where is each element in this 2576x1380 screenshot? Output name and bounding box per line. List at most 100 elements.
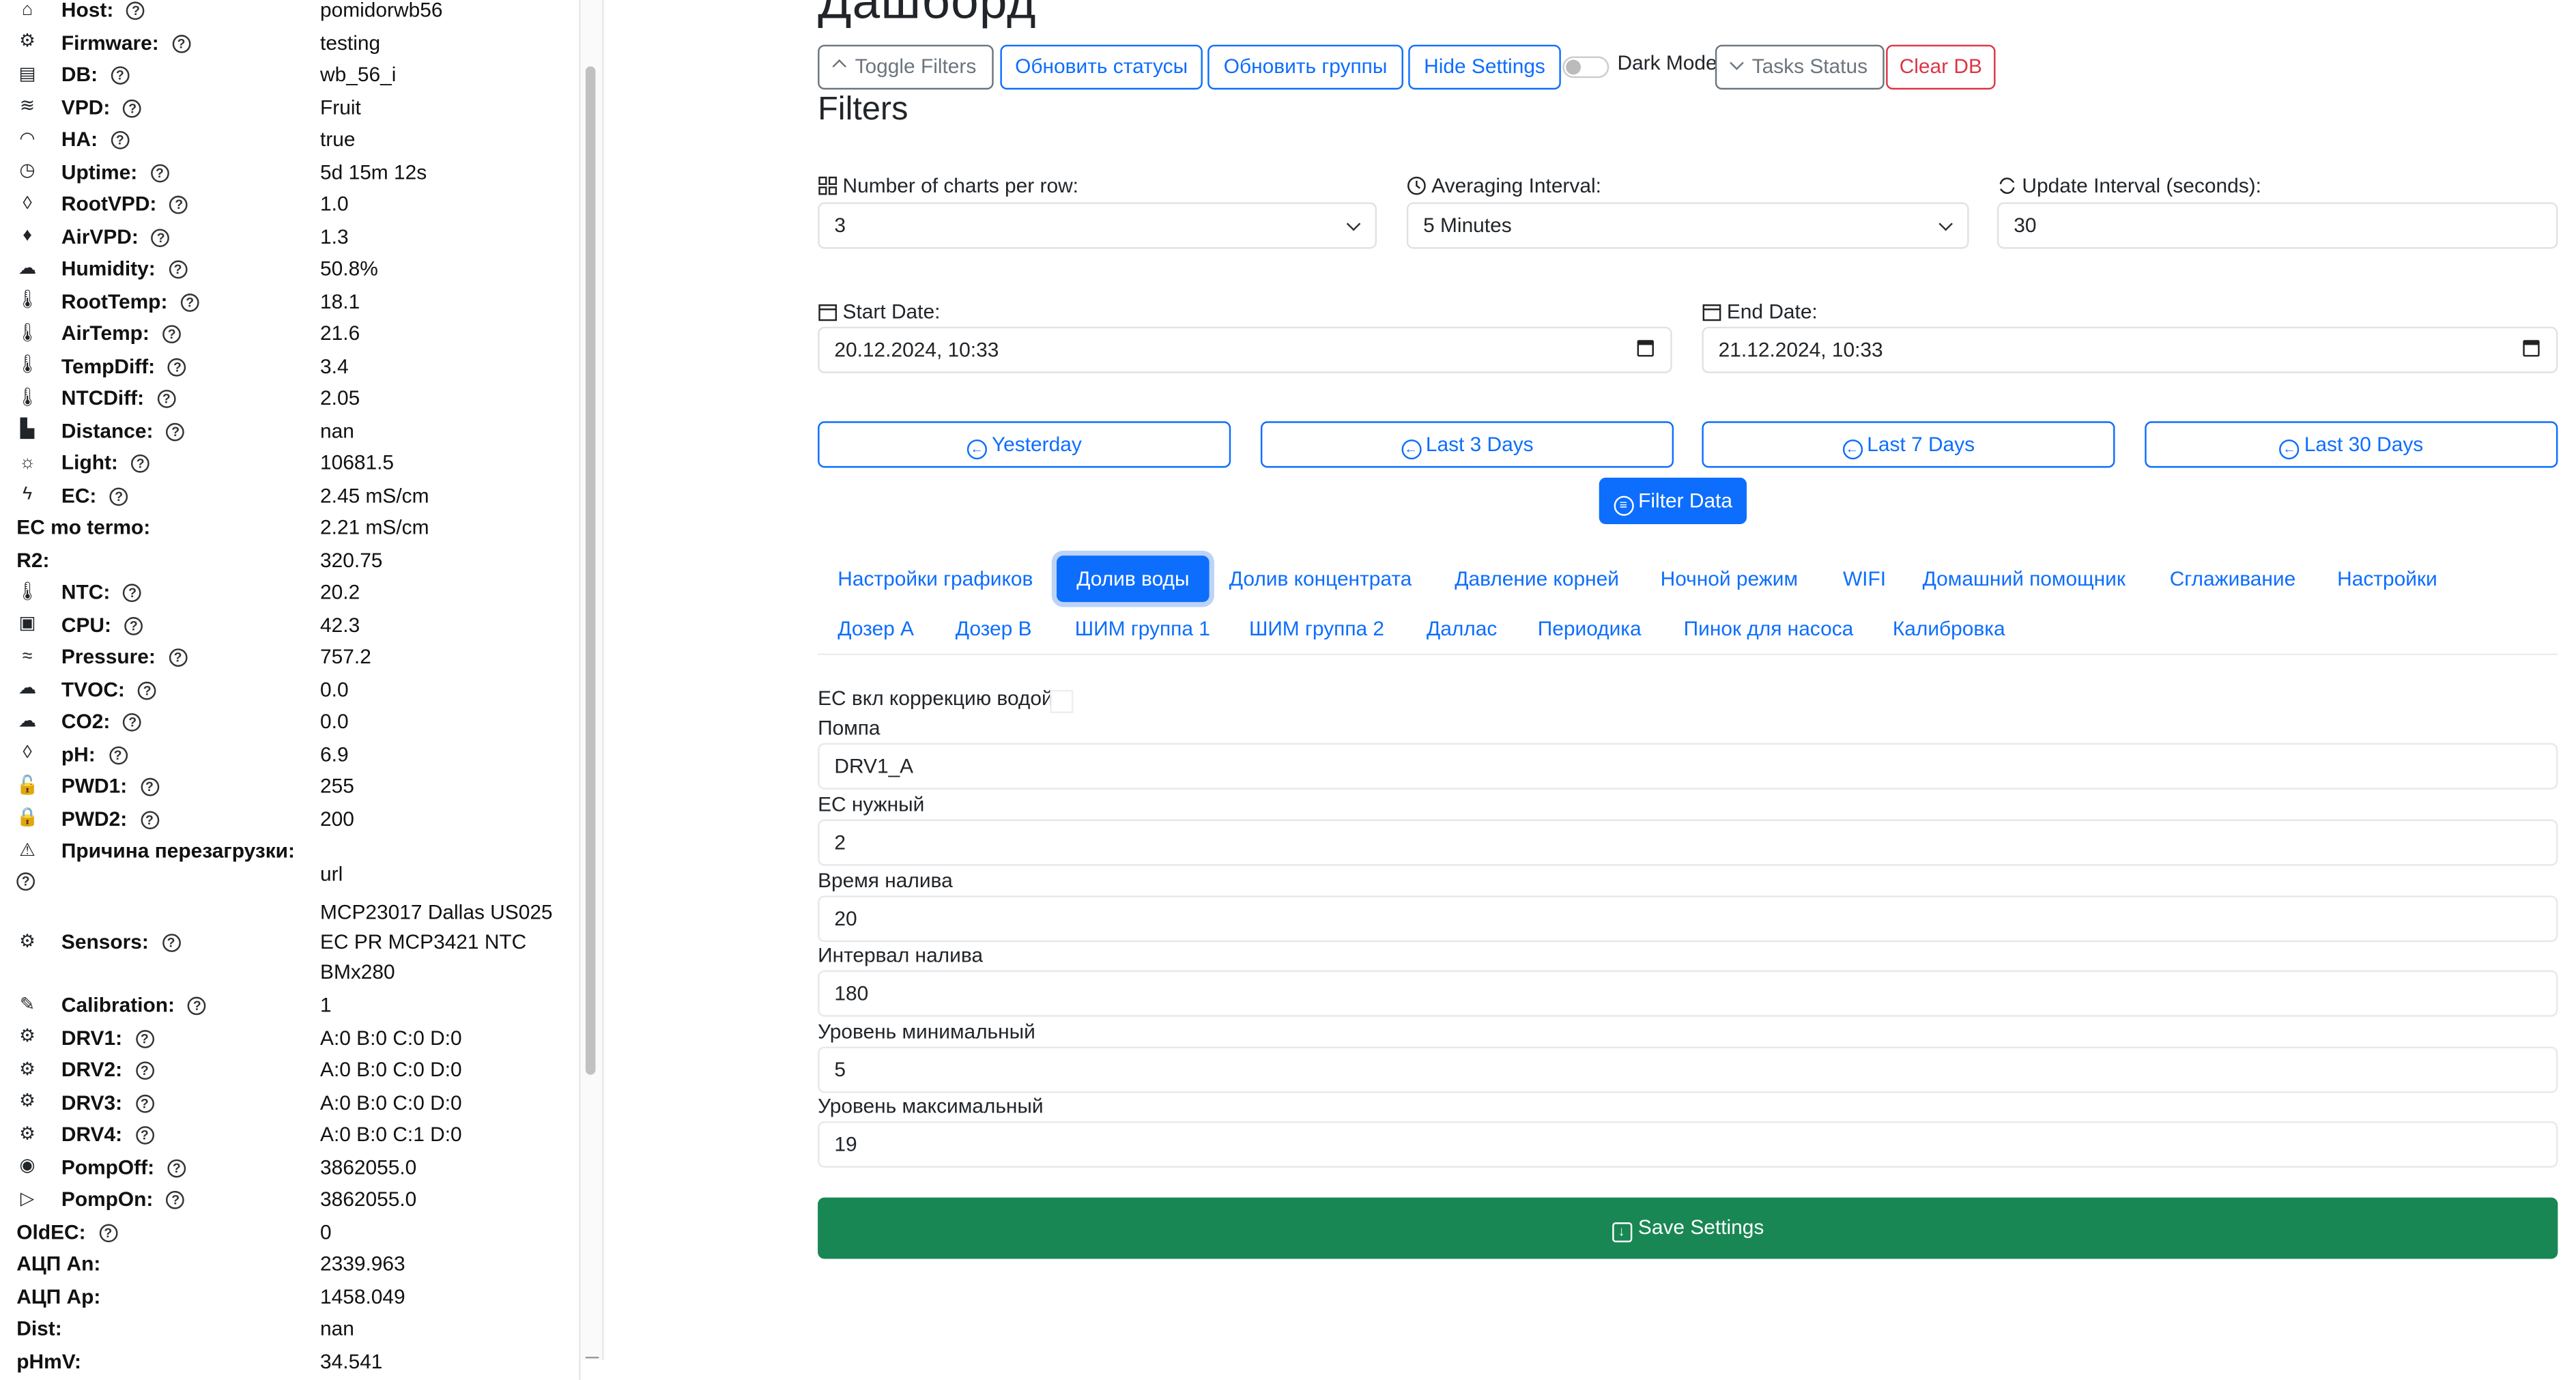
update-groups-button[interactable]: Обновить группы [1207, 44, 1403, 90]
tab-concentrate-refill[interactable]: Долив концентрата [1229, 567, 1412, 590]
sidebar-label: NTC:? [61, 577, 142, 609]
help-icon[interactable]: ? [109, 745, 127, 764]
help-icon[interactable]: ? [140, 810, 159, 829]
sidebar-label: Причина перезагрузки:? [16, 836, 295, 891]
help-icon[interactable]: ? [162, 934, 180, 952]
ec-target-field[interactable]: 2 [818, 819, 2558, 866]
tab-settings[interactable]: Настройки [2337, 567, 2437, 590]
help-icon[interactable]: ? [135, 1093, 154, 1112]
tab-pwm-group-2[interactable]: ШИМ группа 2 [1249, 617, 1384, 640]
help-icon[interactable]: ? [135, 1126, 154, 1145]
help-icon[interactable]: ? [157, 390, 176, 408]
update-interval-input[interactable]: 30 [1997, 202, 2558, 249]
tab-dozer-a[interactable]: Дозер A [838, 617, 914, 640]
sidebar-value: A:0 B:0 C:0 D:0 [320, 1026, 462, 1050]
play-circle-icon: ▷ [20, 1188, 35, 1209]
tab-dozer-b[interactable]: Дозер B [956, 617, 1032, 640]
help-icon[interactable]: ? [188, 996, 207, 1016]
help-icon[interactable]: ? [123, 713, 142, 732]
sidebar-value: wb_56_i [320, 63, 397, 87]
help-icon[interactable]: ? [99, 1223, 117, 1242]
tab-periodic[interactable]: Периодика [1538, 617, 1642, 640]
help-icon[interactable]: ? [131, 454, 150, 473]
sidebar-value: 2.21 mS/cm [320, 515, 429, 539]
tab-chart-settings[interactable]: Настройки графиков [838, 567, 1033, 590]
hide-settings-button[interactable]: Hide Settings [1408, 44, 1561, 90]
tab-smoothing[interactable]: Сглаживание [2170, 567, 2296, 590]
tab-calibration[interactable]: Калибровка [1893, 617, 2005, 640]
help-icon[interactable]: ? [138, 680, 157, 700]
help-icon[interactable]: ? [16, 872, 35, 891]
tab-home-assistant[interactable]: Домашний помощник [1923, 567, 2126, 590]
help-icon[interactable]: ? [162, 325, 182, 344]
help-icon[interactable]: ? [167, 1158, 186, 1177]
charts-per-row-select[interactable]: 3 [818, 202, 1377, 249]
max-level-field[interactable]: 19 [818, 1121, 2558, 1168]
sidebar-value: 320.75 [320, 548, 383, 572]
help-icon[interactable]: ? [169, 648, 188, 667]
tab-root-pressure[interactable]: Давление корней [1455, 567, 1619, 590]
sidebar-label: DB:? [61, 59, 130, 91]
tab-dallas[interactable]: Даллас [1427, 617, 1497, 640]
sidebar-label: Calibration:? [61, 990, 207, 1022]
ec-correction-checkbox[interactable] [1050, 689, 1074, 713]
help-icon[interactable]: ? [135, 1029, 154, 1048]
yesterday-button[interactable]: ← Yesterday [818, 421, 1231, 468]
chevron-down-icon [1346, 216, 1361, 231]
pump-field[interactable]: DRV1_A [818, 743, 2558, 790]
help-icon[interactable]: ? [169, 260, 187, 279]
chevron-up-icon [833, 59, 848, 74]
help-icon[interactable]: ? [152, 228, 171, 246]
averaging-interval-select[interactable]: 5 Minutes [1406, 202, 1969, 249]
dark-mode-switch[interactable] [1562, 56, 1609, 78]
last-30-days-button[interactable]: ← Last 30 Days [2145, 421, 2558, 468]
end-date-input[interactable]: 21.12.2024, 10:33 [1702, 326, 2558, 373]
help-icon[interactable]: ? [140, 777, 159, 796]
help-icon[interactable]: ? [166, 422, 185, 441]
toggle-filters-button[interactable]: Toggle Filters [818, 44, 994, 90]
update-statuses-button[interactable]: Обновить статусы [1000, 44, 1203, 90]
last-7-days-button[interactable]: ← Last 7 Days [1702, 421, 2115, 468]
tasks-status-button[interactable]: Tasks Status [1715, 44, 1885, 90]
sidebar-scrollbar[interactable] [579, 0, 604, 1360]
sidebar-value: A:0 B:0 C:0 D:0 [320, 1090, 462, 1114]
sidebar-row: ◉ PompOff:? 3862055.0 [16, 1152, 572, 1184]
help-icon[interactable]: ? [111, 130, 130, 149]
clear-db-button[interactable]: Clear DB [1886, 44, 1996, 90]
sidebar-row: ≋ VPD:? Fruit [16, 92, 572, 124]
tab-pump-kick[interactable]: Пинок для насоса [1684, 617, 1854, 640]
tab-water-refill[interactable]: Долив воды [1057, 556, 1210, 603]
refresh-icon [1999, 177, 2015, 195]
help-icon[interactable]: ? [123, 98, 142, 117]
tab-wifi[interactable]: WIFI [1843, 567, 1886, 590]
last-3-days-button[interactable]: ← Last 3 Days [1260, 421, 1674, 468]
save-settings-button[interactable]: ↓ Save Settings [818, 1197, 2558, 1259]
tab-pwm-group-1[interactable]: ШИМ группа 1 [1075, 617, 1210, 640]
sidebar-value: A:0 B:0 C:1 D:0 [320, 1123, 462, 1147]
start-date-input[interactable]: 20.12.2024, 10:33 [818, 326, 1672, 373]
sidebar-row: Dist: nan [16, 1314, 572, 1346]
tab-night-mode[interactable]: Ночной режим [1661, 567, 1798, 590]
help-icon[interactable]: ? [123, 584, 142, 603]
help-icon[interactable]: ? [135, 1061, 154, 1080]
help-icon[interactable]: ? [124, 616, 143, 635]
sidebar-value: 1.3 [320, 225, 349, 248]
gear-icon: ⚙ [19, 1026, 36, 1048]
help-icon[interactable]: ? [111, 66, 130, 85]
sidebar-scrollbar-thumb[interactable] [585, 66, 596, 1075]
help-icon[interactable]: ? [150, 163, 169, 182]
sidebar-label: Humidity:? [61, 254, 187, 286]
min-level-field[interactable]: 5 [818, 1046, 2558, 1093]
help-icon[interactable]: ? [166, 1190, 185, 1209]
filter-data-button[interactable]: ≡ Filter Data [1599, 477, 1747, 524]
help-icon[interactable]: ? [168, 357, 187, 376]
min-level-label: Уровень минимальный [818, 1020, 1035, 1044]
help-icon[interactable]: ? [126, 1, 145, 20]
fill-interval-label: Интервал налива [818, 943, 984, 967]
help-icon[interactable]: ? [180, 292, 199, 311]
fill-interval-field[interactable]: 180 [818, 970, 2558, 1017]
fill-time-field[interactable]: 20 [818, 895, 2558, 943]
help-icon[interactable]: ? [109, 487, 128, 505]
help-icon[interactable]: ? [172, 33, 190, 53]
help-icon[interactable]: ? [169, 195, 188, 214]
